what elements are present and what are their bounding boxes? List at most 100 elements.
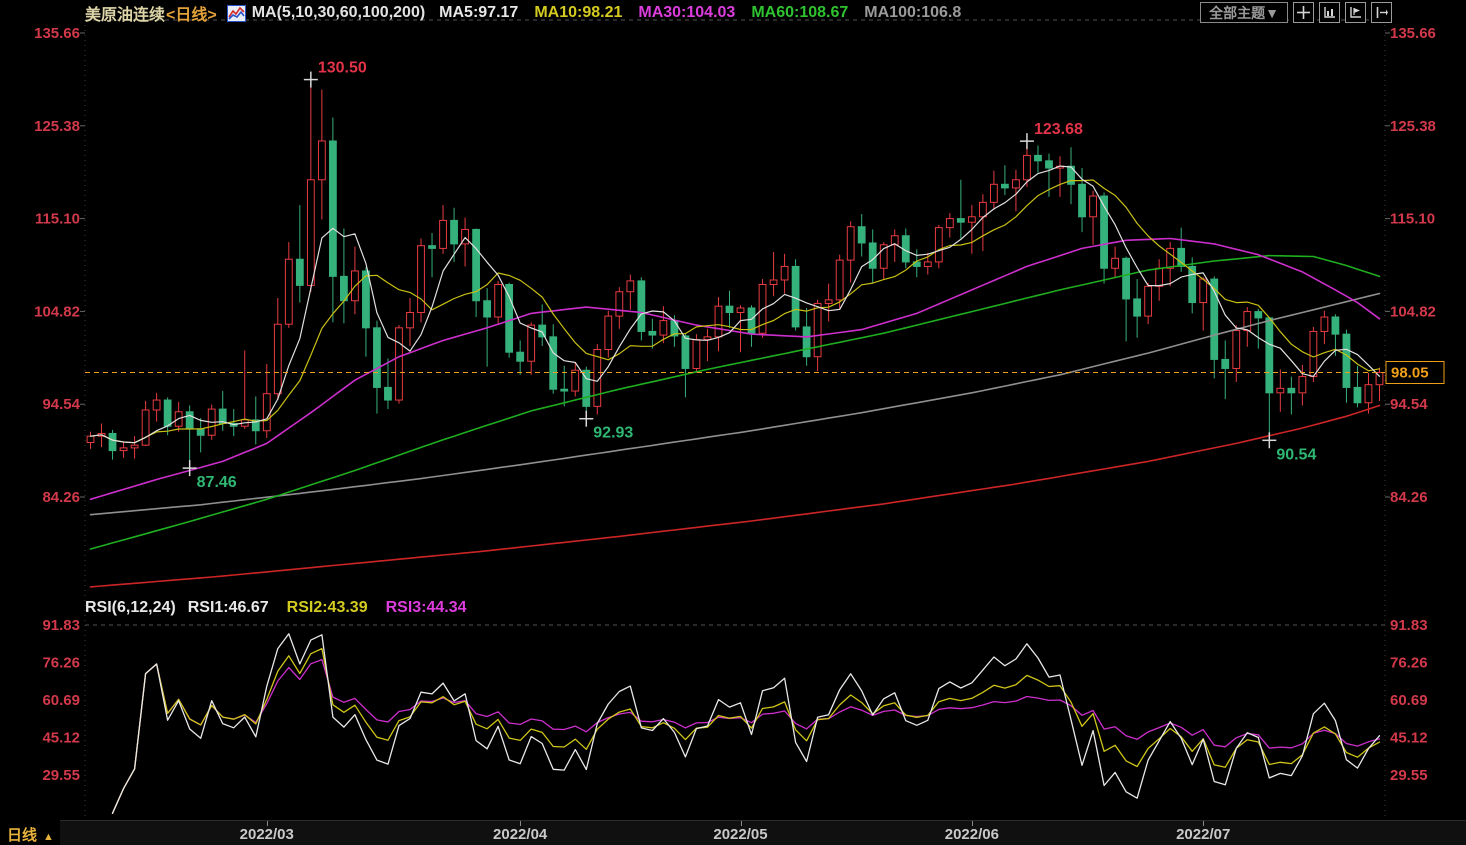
price-annotation: 87.46 — [197, 474, 237, 491]
period-up-arrow-icon: ▲ — [43, 831, 54, 843]
candle — [1276, 387, 1285, 394]
crosshair-icon — [1297, 6, 1310, 19]
candle — [1089, 195, 1097, 218]
rsi-axis-label: 60.69 — [42, 692, 80, 709]
rsi-settings-label: RSI(6,12,24) — [85, 599, 176, 616]
axis-flag-button[interactable] — [1345, 2, 1366, 23]
candle — [813, 302, 822, 358]
ma10-value: MA10:98.21 — [534, 4, 623, 21]
candle — [956, 218, 965, 223]
candle — [428, 245, 436, 249]
price-axis-label: 135.66 — [1390, 25, 1436, 42]
price-axis-label: 125.38 — [1390, 118, 1436, 135]
time-axis-label: 2022/04 — [493, 826, 548, 843]
candle — [384, 386, 392, 401]
rsi1-value: RSI1:46.67 — [187, 599, 269, 616]
ma100-value: MA100:106.8 — [864, 4, 962, 21]
candle — [736, 307, 745, 313]
price-axis-label: 135.66 — [34, 25, 80, 42]
candle — [571, 369, 580, 392]
ma10-line — [89, 179, 1381, 444]
candle — [967, 216, 976, 223]
candle — [923, 261, 932, 267]
rsi-axis-label: 45.12 — [42, 730, 80, 747]
candle — [725, 305, 734, 313]
candle — [516, 351, 525, 362]
candle — [934, 227, 943, 263]
time-axis-label: 2022/03 — [239, 826, 294, 843]
candle — [163, 399, 172, 427]
candle — [549, 336, 558, 390]
pan-right-button[interactable] — [1371, 2, 1392, 23]
candle — [945, 218, 954, 229]
rsi-axis-label: 60.69 — [1390, 692, 1428, 709]
candle — [1309, 330, 1318, 378]
candle — [1221, 358, 1230, 369]
axis-flag-icon — [1350, 7, 1361, 18]
candle — [604, 315, 613, 350]
candle — [791, 265, 800, 328]
candle — [119, 447, 128, 452]
rsi-lines — [111, 633, 1381, 814]
candle — [1254, 311, 1263, 319]
candle — [780, 265, 789, 281]
pan-right-icon — [1376, 7, 1388, 18]
candle — [1364, 384, 1373, 404]
candle — [141, 409, 150, 446]
candle — [769, 279, 778, 285]
rsi-axis-label: 91.83 — [1390, 617, 1428, 634]
chart-canvas[interactable]: 135.66 135.66 125.38 125.38 115.10 115.10 104.… — [0, 0, 1466, 820]
price-axis-label: 94.54 — [42, 396, 80, 413]
candle — [1342, 333, 1351, 388]
candle — [196, 428, 205, 436]
rsi-axis-label: 29.55 — [42, 767, 80, 784]
ma60-value: MA60:108.67 — [751, 4, 849, 21]
candle — [439, 219, 447, 249]
price-axis-label: 115.10 — [1390, 211, 1435, 228]
price-annotation: 90.54 — [1276, 446, 1316, 463]
candle — [659, 320, 668, 336]
rsi-header: RSI(6,12,24) RSI1:46.67 RSI2:43.39 RSI3:… — [85, 599, 485, 617]
rsi24-line — [111, 658, 1381, 814]
crosshair-button[interactable] — [1293, 2, 1314, 23]
symbol-title: 美原油连续 — [85, 7, 166, 24]
svg-text:98.05: 98.05 — [1391, 365, 1429, 382]
candle — [273, 323, 282, 395]
candle — [560, 388, 569, 392]
candle — [835, 259, 844, 301]
candle — [1078, 183, 1086, 218]
rsi-axis-label: 76.26 — [42, 655, 80, 672]
candle — [450, 219, 458, 245]
candle — [1133, 298, 1142, 317]
candle — [824, 299, 833, 304]
axis-scale-button[interactable] — [1319, 2, 1340, 23]
theme-dropdown-button[interactable]: 全部主题▼ — [1200, 2, 1288, 23]
candle — [86, 435, 95, 443]
rsi6-line — [111, 633, 1381, 814]
candle — [494, 283, 503, 318]
rsi-axis-label: 29.55 — [1390, 767, 1428, 784]
ma-overlays — [89, 165, 1381, 588]
chart-logo-icon — [226, 4, 246, 22]
price-axis-label: 94.54 — [1390, 396, 1428, 413]
ma5-value: MA5:97.17 — [439, 4, 519, 21]
candle — [262, 393, 271, 432]
chart-header: 美原油连续 <日线> MA(5,10,30,60,100,200) MA5:97… — [0, 0, 1466, 26]
candle — [417, 245, 425, 313]
price-axis-label: 125.38 — [34, 118, 80, 135]
candle — [317, 140, 326, 181]
candle — [362, 270, 370, 329]
candle — [1199, 278, 1208, 304]
candle — [152, 399, 161, 411]
candle — [714, 305, 723, 338]
time-axis-label: 2022/07 — [1176, 826, 1231, 843]
candle — [395, 327, 403, 401]
time-axis-label: 2022/05 — [713, 826, 768, 843]
price-annotation: 123.68 — [1034, 121, 1083, 138]
candle — [1144, 285, 1153, 317]
candle — [505, 283, 514, 353]
period-selector[interactable]: 日线 ▲ — [7, 824, 54, 845]
candle — [637, 280, 646, 332]
candle — [978, 201, 987, 218]
rsi-axis-label: 91.83 — [42, 617, 80, 634]
